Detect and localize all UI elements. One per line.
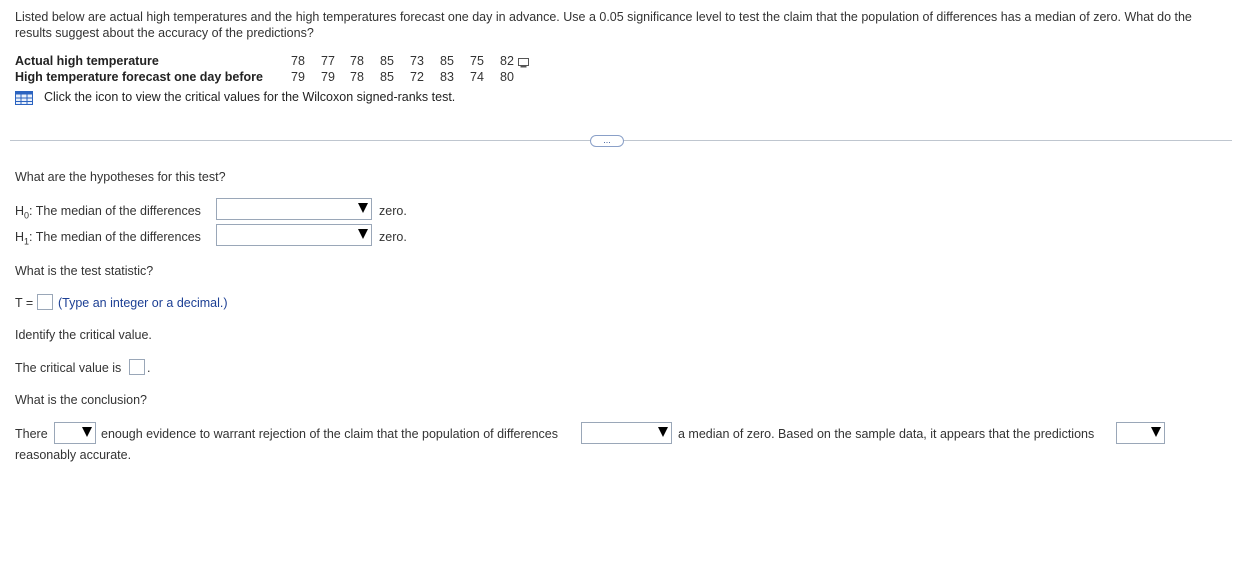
h0-label: H0: The median of the differences <box>15 204 201 221</box>
row1-value: 77 <box>321 54 335 68</box>
conclusion-text-3: a median of zero. Based on the sample da… <box>678 427 1095 441</box>
chevron-down-icon <box>1151 427 1161 437</box>
h1-relation-select[interactable] <box>216 224 372 246</box>
h0-text: : The median of the differences <box>29 204 201 218</box>
row2-value: 78 <box>350 70 364 84</box>
row2-value: 80 <box>500 70 514 84</box>
chevron-down-icon <box>358 203 368 213</box>
conclusion-text-1: There <box>15 427 48 441</box>
hypotheses-prompt: What are the hypotheses for this test? <box>15 170 226 184</box>
chevron-down-icon <box>358 229 368 239</box>
input-hint: (Type an integer or a decimal.) <box>58 296 228 310</box>
row1-value: 73 <box>410 54 424 68</box>
conclusion-text-2: enough evidence to warrant rejection of … <box>101 427 559 441</box>
row1-value: 78 <box>291 54 305 68</box>
has-median-select[interactable] <box>581 422 672 444</box>
h0-relation-select[interactable] <box>216 198 372 220</box>
conclusion-text-4: reasonably accurate. <box>15 448 132 462</box>
row1-value: 75 <box>470 54 484 68</box>
critical-value-label: The critical value is <box>15 361 122 375</box>
chevron-down-icon <box>658 427 668 437</box>
row2-value: 72 <box>410 70 424 84</box>
critical-value-input[interactable] <box>129 359 145 375</box>
critical-value-prompt: Identify the critical value. <box>15 328 152 342</box>
expand-more-button[interactable]: ... <box>590 135 624 147</box>
predictions-select[interactable] <box>1116 422 1165 444</box>
row2-value: 85 <box>380 70 394 84</box>
row1-value: 85 <box>380 54 394 68</box>
h0-suffix: zero. <box>379 204 407 218</box>
conclusion-prompt: What is the conclusion? <box>15 393 148 407</box>
copy-data-icon[interactable] <box>518 58 529 68</box>
row2-value: 74 <box>470 70 484 84</box>
evidence-select[interactable] <box>54 422 96 444</box>
test-statistic-input[interactable] <box>37 294 53 310</box>
h1-prefix: H <box>15 230 25 244</box>
test-statistic-prompt: What is the test statistic? <box>15 264 154 278</box>
problem-statement: Listed below are actual high temperature… <box>15 10 1192 40</box>
critical-value-period: . <box>147 361 151 375</box>
h0-prefix: H <box>15 204 25 218</box>
t-label: T = <box>15 296 34 310</box>
row1-label: Actual high temperature <box>15 54 159 68</box>
h1-suffix: zero. <box>379 230 407 244</box>
row2-value: 83 <box>440 70 454 84</box>
h1-text: : The median of the differences <box>29 230 201 244</box>
row2-label: High temperature forecast one day before <box>15 70 263 84</box>
critical-values-link[interactable]: Click the icon to view the critical valu… <box>44 90 455 104</box>
chevron-down-icon <box>82 427 92 437</box>
row1-value: 78 <box>350 54 364 68</box>
h1-label: H1: The median of the differences <box>15 230 201 247</box>
row1-value: 85 <box>440 54 454 68</box>
row2-value: 79 <box>321 70 335 84</box>
table-grid-icon[interactable] <box>15 91 33 105</box>
row2-value: 79 <box>291 70 305 84</box>
